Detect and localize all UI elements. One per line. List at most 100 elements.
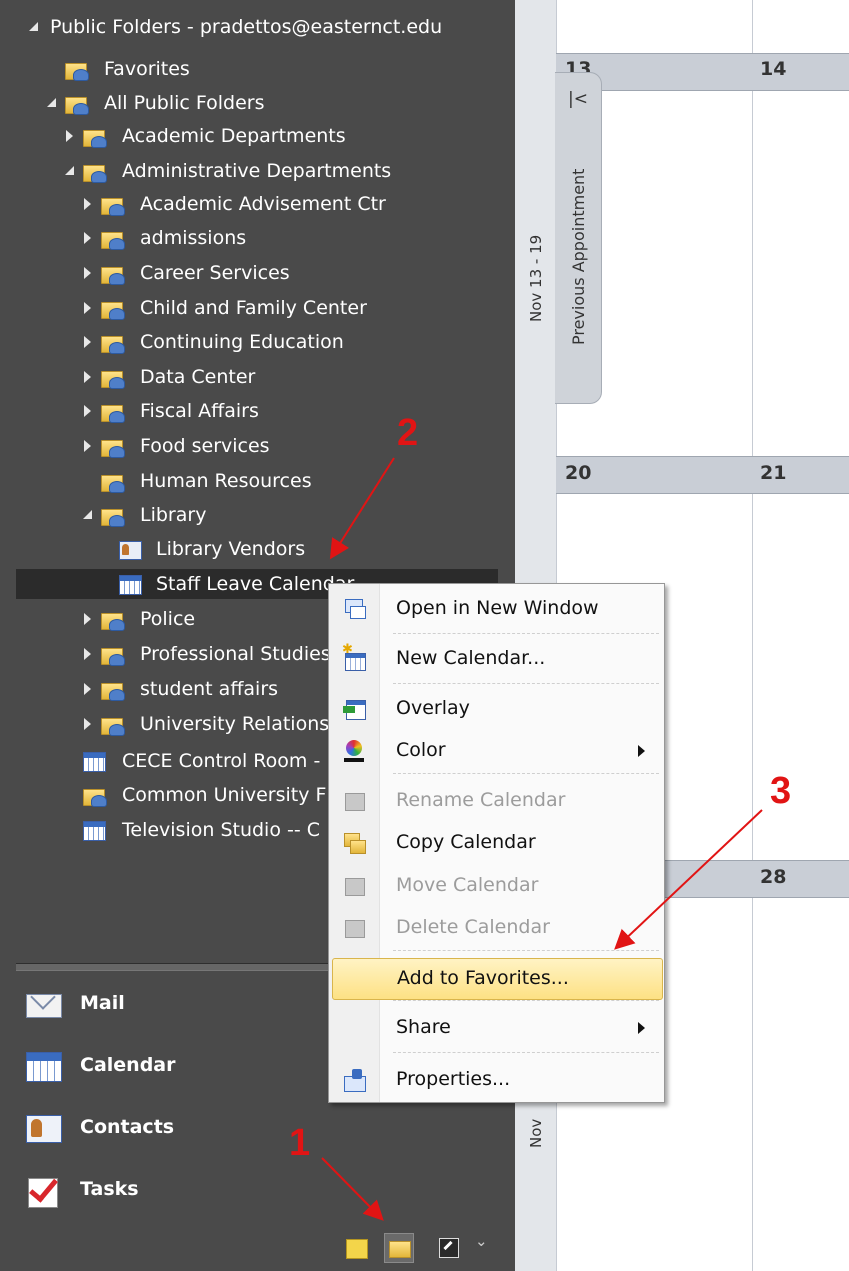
- context-menu: Open in New Window New Calendar... Overlay…: [328, 583, 665, 1103]
- menu-item-label: Share: [396, 1016, 451, 1038]
- menu-separator: [393, 773, 659, 774]
- new-window-icon: [342, 597, 366, 621]
- folder-tree-item[interactable]: Library: [0, 500, 515, 530]
- folder-folder-icon: [64, 92, 89, 115]
- menu-item-share[interactable]: Share: [332, 1008, 661, 1048]
- folder-list-icon[interactable]: [384, 1233, 414, 1263]
- folder-tree-label: University Relations: [140, 713, 330, 735]
- folder-tree-item[interactable]: Administrative Departments: [0, 156, 515, 186]
- folder-tree-item[interactable]: All Public Folders: [0, 88, 515, 118]
- folder-tree-label: All Public Folders: [104, 92, 265, 114]
- expand-triangle-icon[interactable]: [82, 223, 96, 253]
- tasks-icon: [24, 1174, 64, 1208]
- folder-tree-item[interactable]: Continuing Education: [0, 327, 515, 357]
- expand-triangle-icon[interactable]: [82, 189, 96, 219]
- folder-folder-icon: [100, 193, 125, 216]
- shortcuts-icon[interactable]: [434, 1233, 462, 1261]
- notes-icon[interactable]: [342, 1233, 370, 1261]
- menu-item-copy-calendar[interactable]: Copy Calendar: [332, 823, 661, 863]
- calendar-folder-icon: [82, 819, 106, 841]
- expand-triangle-icon[interactable]: [82, 362, 96, 392]
- menu-item-new-calendar[interactable]: New Calendar...: [332, 639, 661, 679]
- folder-tree-label: Staff Leave Calendar: [156, 573, 355, 595]
- expand-triangle-icon[interactable]: [82, 293, 96, 323]
- copy-icon: [342, 831, 366, 855]
- contact-folder-icon: [118, 538, 142, 560]
- folder-tree-item[interactable]: Child and Family Center: [0, 293, 515, 323]
- folder-tree-label: Continuing Education: [140, 331, 344, 353]
- menu-item-open-in-new-window[interactable]: Open in New Window: [332, 589, 661, 629]
- folder-tree-item[interactable]: Career Services: [0, 258, 515, 288]
- nav-module-tasks[interactable]: Tasks: [0, 1166, 515, 1216]
- properties-icon: [342, 1068, 366, 1092]
- folder-tree-item[interactable]: Public Folders - pradettos@easternct.edu: [0, 12, 515, 42]
- move-icon: [342, 874, 366, 898]
- nav-module-label: Tasks: [80, 1178, 139, 1200]
- annotation-number-2: 2: [397, 412, 419, 454]
- menu-item-label: Color: [396, 739, 446, 761]
- folder-tree-item[interactable]: Data Center: [0, 362, 515, 392]
- menu-item-move-calendar[interactable]: Move Calendar: [332, 866, 661, 906]
- nav-module-contacts[interactable]: Contacts: [0, 1104, 515, 1154]
- menu-item-label: Delete Calendar: [396, 916, 550, 938]
- menu-separator: [393, 683, 659, 684]
- expand-triangle-icon[interactable]: [82, 431, 96, 461]
- folder-tree-label: Child and Family Center: [140, 297, 367, 319]
- folder-folder-icon: [100, 470, 125, 493]
- color-icon: [342, 739, 366, 763]
- folder-tree-item[interactable]: Fiscal Affairs: [0, 396, 515, 426]
- calendar-folder-icon: [82, 750, 106, 772]
- day-number[interactable]: 28: [760, 866, 786, 888]
- folder-tree-item[interactable]: Human Resources: [0, 466, 515, 496]
- menu-item-add-to-favorites[interactable]: Add to Favorites...: [332, 958, 663, 1000]
- folder-tree-label: Career Services: [140, 262, 290, 284]
- menu-item-label: Add to Favorites...: [397, 967, 569, 989]
- menu-item-color[interactable]: Color: [332, 731, 661, 771]
- expand-triangle-icon[interactable]: [82, 674, 96, 704]
- previous-arrow-icon: |<: [568, 89, 588, 109]
- new-calendar-icon: [342, 642, 366, 671]
- configure-buttons-chevron-icon[interactable]: ⌄: [475, 1232, 488, 1250]
- day-number[interactable]: 21: [760, 462, 786, 484]
- folder-tree-label: admissions: [140, 227, 247, 249]
- expand-triangle-icon[interactable]: [82, 709, 96, 739]
- folder-folder-icon: [100, 262, 125, 285]
- expand-triangle-icon[interactable]: [82, 258, 96, 288]
- folder-tree-item[interactable]: Academic Advisement Ctr: [0, 189, 515, 219]
- expand-triangle-icon[interactable]: [82, 639, 96, 669]
- menu-item-properties[interactable]: Properties...: [332, 1060, 661, 1100]
- menu-item-label: Rename Calendar: [396, 789, 566, 811]
- folder-tree-label: Police: [140, 608, 196, 630]
- folder-folder-icon: [100, 435, 125, 458]
- folder-folder-icon: [100, 366, 125, 389]
- column-divider: [752, 0, 753, 1271]
- collapse-triangle-icon[interactable]: [46, 88, 60, 118]
- folder-tree-label: Food services: [140, 435, 270, 457]
- folder-tree-item[interactable]: Favorites: [0, 54, 515, 84]
- menu-separator: [393, 1000, 659, 1001]
- expand-triangle-icon[interactable]: [82, 604, 96, 634]
- folder-tree-item[interactable]: Food services: [0, 431, 515, 461]
- expand-triangle-icon[interactable]: [82, 396, 96, 426]
- day-number[interactable]: 14: [760, 58, 786, 80]
- menu-item-delete-calendar[interactable]: Delete Calendar: [332, 908, 661, 948]
- contacts-icon: [24, 1112, 64, 1146]
- folder-tree-item[interactable]: Academic Departments: [0, 121, 515, 151]
- menu-item-overlay[interactable]: Overlay: [332, 689, 661, 729]
- expand-triangle-icon[interactable]: [64, 121, 78, 151]
- expand-triangle-icon[interactable]: [82, 327, 96, 357]
- folder-tree-label: Common University F: [122, 784, 327, 806]
- menu-item-rename-calendar[interactable]: Rename Calendar: [332, 781, 661, 821]
- folder-tree-item[interactable]: admissions: [0, 223, 515, 253]
- folder-tree-item[interactable]: Library Vendors: [0, 534, 515, 564]
- folder-folder-icon: [64, 58, 89, 81]
- collapse-triangle-icon[interactable]: [82, 500, 96, 530]
- collapse-triangle-icon[interactable]: [64, 156, 78, 186]
- day-number[interactable]: 20: [565, 462, 591, 484]
- previous-appointment-button[interactable]: |< Previous Appointment: [555, 72, 602, 404]
- folder-folder-icon: [100, 643, 125, 666]
- mail-icon: [24, 988, 64, 1022]
- folder-tree-label: Human Resources: [140, 470, 312, 492]
- collapse-triangle-icon[interactable]: [28, 12, 42, 42]
- folder-tree-label: Professional Studies: [140, 643, 331, 665]
